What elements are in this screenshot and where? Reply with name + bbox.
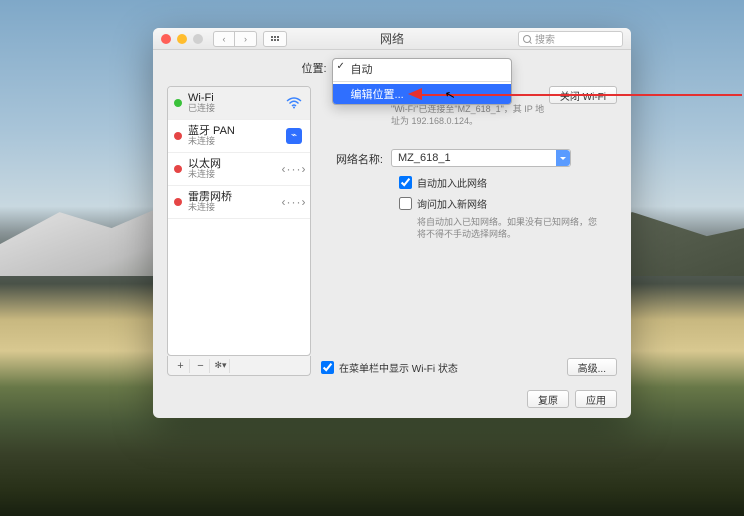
location-label: 位置: bbox=[301, 60, 326, 76]
chevron-down-icon bbox=[556, 150, 570, 166]
interface-item-bluetooth[interactable]: 蓝牙 PAN 未连接 ⌁ bbox=[168, 120, 310, 153]
interface-actions-button[interactable]: ✻▾ bbox=[212, 359, 230, 373]
forward-button[interactable]: › bbox=[235, 31, 257, 47]
interface-sidebar: Wi-Fi 已连接 蓝牙 PAN 未连接 ⌁ bbox=[167, 86, 311, 376]
status-dot-icon bbox=[174, 99, 182, 107]
show-menubar-checkbox[interactable] bbox=[321, 361, 334, 374]
search-input[interactable]: 搜索 bbox=[518, 31, 623, 47]
detail-pane: 状态: 已连接 "Wi-Fi"已连接至"MZ_618_1"，其 IP 地址为 1… bbox=[321, 86, 617, 376]
interface-item-wifi[interactable]: Wi-Fi 已连接 bbox=[168, 87, 310, 120]
traffic-lights bbox=[153, 34, 203, 44]
location-option-auto[interactable]: 自动 bbox=[333, 59, 511, 79]
show-menubar-label: 在菜单栏中显示 Wi-Fi 状态 bbox=[339, 360, 458, 375]
auto-join-label: 自动加入此网络 bbox=[417, 175, 487, 190]
interface-status: 未连接 bbox=[188, 137, 278, 147]
back-button[interactable]: ‹ bbox=[213, 31, 235, 47]
revert-button[interactable]: 复原 bbox=[527, 390, 569, 408]
show-all-button[interactable] bbox=[263, 31, 287, 47]
add-interface-button[interactable]: + bbox=[172, 359, 190, 373]
ethernet-icon: ‹···› bbox=[284, 162, 304, 176]
network-name-value: MZ_618_1 bbox=[398, 152, 451, 164]
location-row: 位置: 自动 自动 编辑位置... bbox=[153, 50, 631, 86]
interface-item-thunderbolt[interactable]: 雷雳网桥 未连接 ‹···› bbox=[168, 186, 310, 219]
network-name-dropdown[interactable]: MZ_618_1 bbox=[391, 149, 571, 167]
titlebar: ‹ › 网络 搜索 bbox=[153, 28, 631, 50]
bridge-icon: ‹···› bbox=[284, 195, 304, 209]
advanced-button[interactable]: 高级... bbox=[567, 358, 617, 376]
interface-status: 未连接 bbox=[188, 170, 278, 180]
sidebar-footer: + − ✻▾ bbox=[167, 356, 311, 376]
window-footer: 复原 应用 bbox=[153, 384, 631, 418]
status-dot-icon bbox=[174, 165, 182, 173]
ask-join-label: 询问加入新网络 bbox=[417, 196, 487, 211]
wifi-icon bbox=[284, 96, 304, 110]
status-dot-icon bbox=[174, 198, 182, 206]
location-edit-option[interactable]: 编辑位置... bbox=[333, 84, 511, 104]
ask-join-subtext: 将自动加入已知网络。如果没有已知网络，您将不得不手动选择网络。 bbox=[417, 217, 597, 240]
ask-join-checkbox[interactable] bbox=[399, 197, 412, 210]
interface-status: 已连接 bbox=[188, 104, 278, 114]
search-placeholder: 搜索 bbox=[535, 31, 555, 46]
apply-button[interactable]: 应用 bbox=[575, 390, 617, 408]
status-dot-icon bbox=[174, 132, 182, 140]
network-prefpane-window: ‹ › 网络 搜索 位置: 自动 自动 编辑 bbox=[153, 28, 631, 418]
location-menu: 自动 编辑位置... bbox=[332, 58, 512, 105]
search-icon bbox=[523, 35, 531, 43]
auto-join-checkbox[interactable] bbox=[399, 176, 412, 189]
zoom-button[interactable] bbox=[193, 34, 203, 44]
grid-icon bbox=[271, 36, 279, 41]
minimize-button[interactable] bbox=[177, 34, 187, 44]
window-title: 网络 bbox=[380, 30, 404, 47]
remove-interface-button[interactable]: − bbox=[192, 359, 210, 373]
netname-label: 网络名称: bbox=[321, 149, 391, 167]
close-button[interactable] bbox=[161, 34, 171, 44]
bluetooth-icon: ⌁ bbox=[284, 129, 304, 143]
wifi-off-button[interactable]: 关闭 Wi-Fi bbox=[549, 86, 617, 104]
location-dropdown[interactable]: 自动 自动 编辑位置... bbox=[333, 59, 483, 77]
status-subtext: "Wi-Fi"已连接至"MZ_618_1"，其 IP 地址为 192.168.0… bbox=[391, 104, 549, 127]
interface-item-ethernet[interactable]: 以太网 未连接 ‹···› bbox=[168, 153, 310, 186]
interface-status: 未连接 bbox=[188, 203, 278, 213]
interface-list[interactable]: Wi-Fi 已连接 蓝牙 PAN 未连接 ⌁ bbox=[167, 86, 311, 356]
